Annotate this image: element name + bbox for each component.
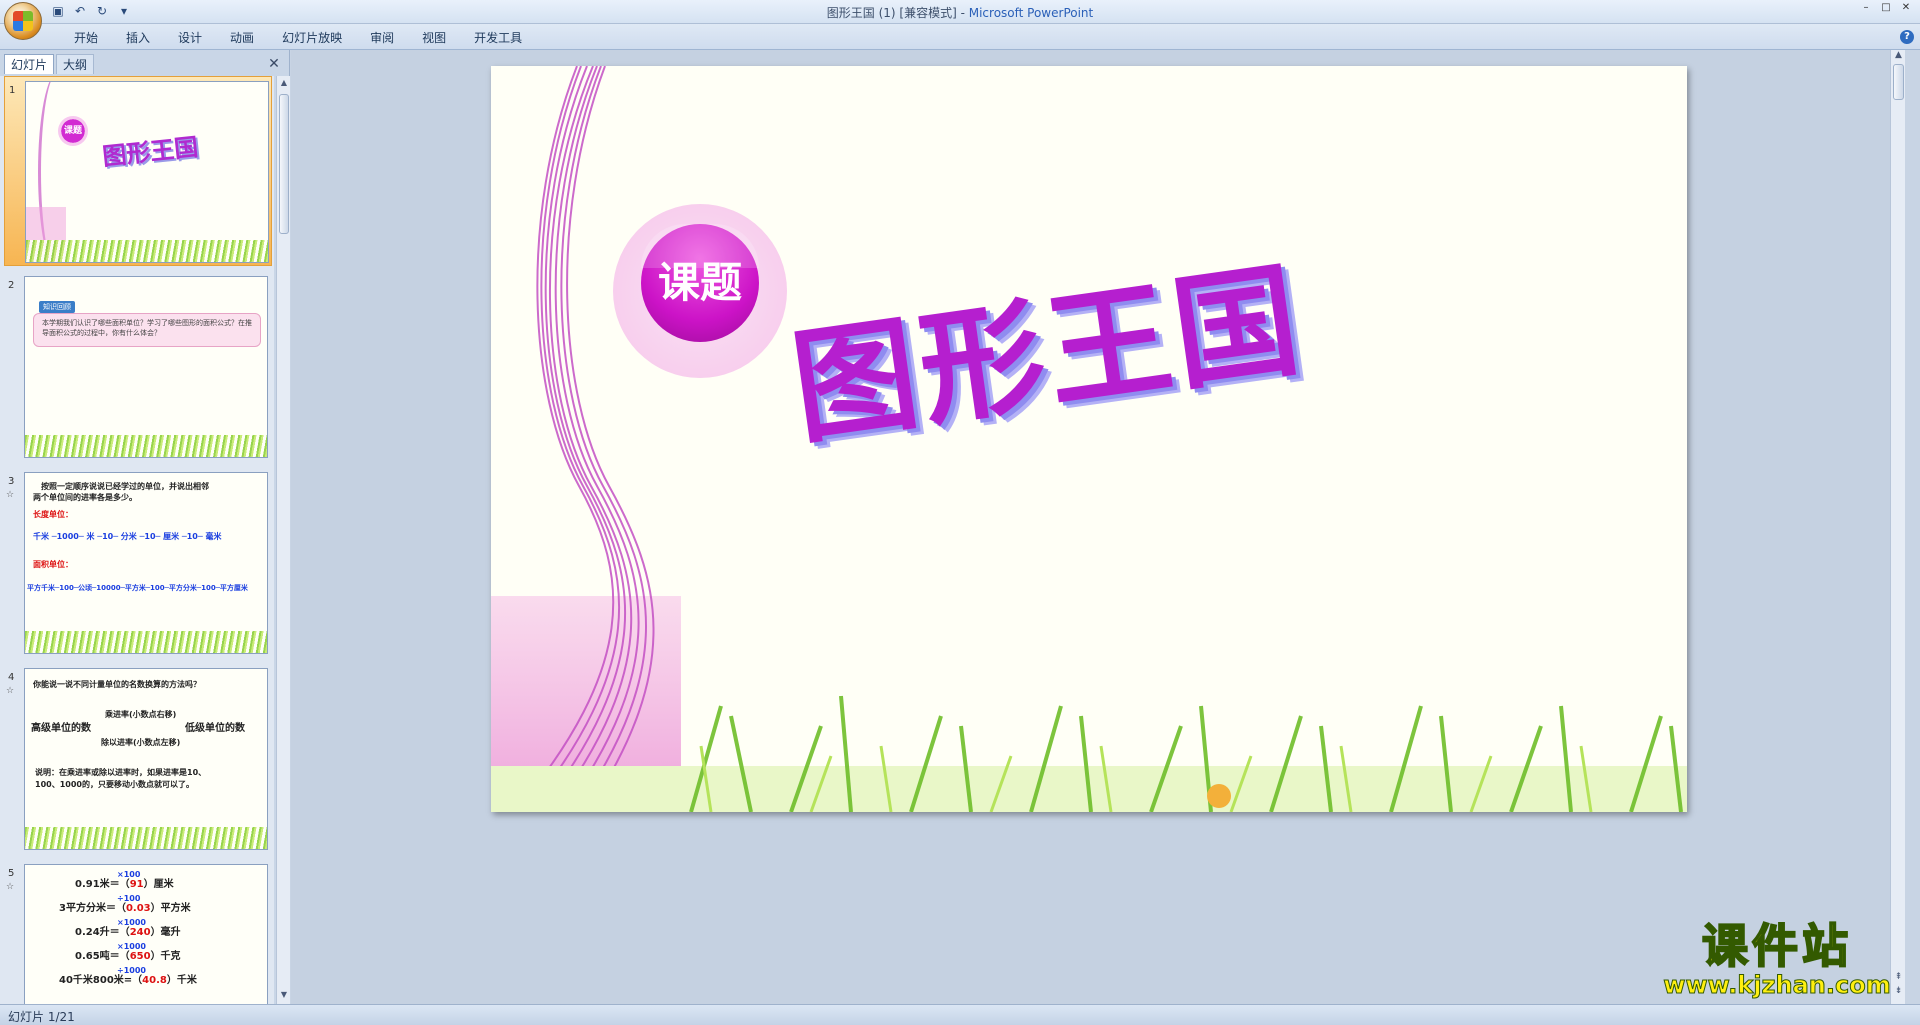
scrollbar-thumb[interactable] [1893,64,1904,100]
tab-home[interactable]: 开始 [60,29,112,47]
animation-star-icon: ☆ [6,882,15,892]
thumbnails-scrollbar[interactable]: ▲ ▼ [276,76,290,1004]
slide-thumbnail-5[interactable]: 5 ☆ ×100 0.91米＝（91）厘米 ÷100 3平方分米＝（0.03）平… [4,860,272,1004]
mini-text: 按照一定顺序说说已经学过的单位，并说出相邻 [41,482,209,491]
document-name: 图形王国 (1) [兼容模式] [826,6,957,20]
slide-preview: 课题 图形王国 [25,81,269,263]
slide-thumbnails: 1 课题 图形王国 2 知识回顾 本学期我们认识了哪些面积单位？学习了哪些图形的… [0,76,274,1004]
slide-scrollbar[interactable]: ▲ ⇞ ⇟ [1890,50,1905,1004]
current-slide[interactable]: 课题 图形王国 [491,66,1687,812]
tab-view[interactable]: 视图 [408,29,460,47]
mini-text: 说明：在乘进率或除以进率时，如果进率是10、 [35,768,207,777]
tab-slideshow[interactable]: 幻灯片放映 [268,29,356,47]
slides-pane: 幻灯片 大纲 ✕ 1 课题 图形王国 2 知识回顾 本学期我们认识了哪些面积单位… [0,50,290,1004]
scroll-up-icon[interactable]: ▲ [279,78,289,90]
tab-slides[interactable]: 幻灯片 [4,54,55,74]
slide-preview: 你能说一说不同计量单位的名数换算的方法吗？ 乘进率(小数点右移) 高级单位的数 … [24,668,268,850]
mini-text: 100、1000的，只要移动小数点就可以了。 [35,780,194,789]
animation-star-icon: ☆ [6,686,15,696]
window-controls: – □ ✕ [1858,2,1914,14]
watermark-logo: 课件站 www.kjzhan.com [1657,919,1897,999]
mini-text: 除以进率(小数点左移) [101,738,181,747]
pane-tabs: 幻灯片 大纲 ✕ [0,52,290,74]
minimize-button[interactable]: – [1858,2,1874,14]
slide-number: 1 [9,85,16,96]
mini-row: 0.24升＝（240）毫升 [75,927,181,938]
animation-star-icon: ☆ [6,490,15,500]
mini-text: 两个单位间的进率各是多少。 [33,493,137,502]
mini-text: 乘进率(小数点右移) [105,710,177,719]
mini-text: 你能说一说不同计量单位的名数换算的方法吗？ [33,680,201,689]
watermark-url: www.kjzhan.com [1663,971,1891,999]
slide-counter: 幻灯片 1/21 [8,1010,75,1024]
office-logo-icon [13,11,33,31]
mini-panel: 本学期我们认识了哪些面积单位？学习了哪些图形的面积公式？在推导面积公式的过程中，… [33,313,261,347]
scrollbar-thumb[interactable] [279,94,289,234]
close-button[interactable]: ✕ [1898,2,1914,14]
tab-review[interactable]: 审阅 [356,29,408,47]
mini-text: 千米 ─1000─ 米 ─10─ 分米 ─10─ 厘米 ─10─ 毫米 [33,532,222,541]
grass-decoration [25,827,267,849]
mini-title: 图形王国 [100,132,200,171]
tab-developer[interactable]: 开发工具 [460,29,536,47]
grass-decoration [25,435,267,457]
slide-decoration [491,66,1687,812]
scroll-down-icon[interactable]: ▼ [279,990,289,1002]
slide-number: 2 [8,280,15,291]
mini-row: 40千米800米=（40.8）千米 [59,975,197,986]
tab-animations[interactable]: 动画 [216,29,268,47]
mini-text: 高级单位的数 [31,723,91,734]
slide-preview: ×100 0.91米＝（91）厘米 ÷100 3平方分米＝（0.03）平方米 ×… [24,864,268,1004]
slide-editing-area: 课题 图形王国 ▲ ⇞ ⇟ 课件站 www.kjzhan.com [291,50,1905,1004]
mini-row: 0.65吨＝（650）千克 [75,951,181,962]
grass-decoration [26,240,268,262]
slide-thumbnail-4[interactable]: 4 ☆ 你能说一说不同计量单位的名数换算的方法吗？ 乘进率(小数点右移) 高级单… [4,664,272,854]
slide-preview: 知识回顾 本学期我们认识了哪些面积单位？学习了哪些图形的面积公式？在推导面积公式… [24,276,268,458]
badge-label: 课题 [641,224,759,342]
title-separator: - [956,6,969,20]
mini-tag: 知识回顾 [39,301,75,313]
slide-badge: 课题 [613,204,787,378]
ribbon: 开始 插入 设计 动画 幻灯片放映 审阅 视图 开发工具 ? [0,24,1920,50]
tab-design[interactable]: 设计 [164,29,216,47]
office-button[interactable] [4,2,42,40]
slide-thumbnail-2[interactable]: 2 知识回顾 本学期我们认识了哪些面积单位？学习了哪些图形的面积公式？在推导面积… [4,272,272,462]
watermark-name: 课件站 [1701,919,1852,973]
tab-outline[interactable]: 大纲 [56,54,95,74]
mini-text: 低级单位的数 [185,723,245,734]
scroll-up-icon[interactable]: ▲ [1893,50,1904,60]
help-icon[interactable]: ? [1900,30,1914,44]
flower-decoration [1207,784,1231,808]
title-bar: ▣ ↶ ↻ ▾ 图形王国 (1) [兼容模式] - Microsoft Powe… [0,0,1920,40]
mini-text: 面积单位： [33,560,73,569]
window-title: 图形王国 (1) [兼容模式] - Microsoft PowerPoint [0,4,1920,21]
mini-text: 长度单位： [33,510,73,519]
ribbon-tabs: 开始 插入 设计 动画 幻灯片放映 审阅 视图 开发工具 [60,29,536,47]
close-pane-icon[interactable]: ✕ [266,56,282,72]
restore-button[interactable]: □ [1878,2,1894,14]
mini-text: 平方千米─100─公顷─10000─平方米─100─平方分米─100─平方厘米 [27,584,248,592]
tab-insert[interactable]: 插入 [112,29,164,47]
slide-thumbnail-1[interactable]: 1 课题 图形王国 [4,76,272,266]
slide-thumbnail-3[interactable]: 3 ☆ 按照一定顺序说说已经学过的单位，并说出相邻 两个单位间的进率各是多少。 … [4,468,272,658]
app-name: Microsoft PowerPoint [968,6,1094,20]
slide-number: 3 [8,476,15,487]
slide-number: 5 [8,868,15,879]
mini-badge: 课题 [58,116,88,146]
slide-preview: 按照一定顺序说说已经学过的单位，并说出相邻 两个单位间的进率各是多少。 长度单位… [24,472,268,654]
status-bar: 幻灯片 1/21 [0,1004,1920,1025]
mini-row: 0.91米＝（91）厘米 [75,879,174,890]
grass-decoration [25,631,267,653]
mini-row: 3平方分米＝（0.03）平方米 [59,903,191,914]
slide-number: 4 [8,672,15,683]
